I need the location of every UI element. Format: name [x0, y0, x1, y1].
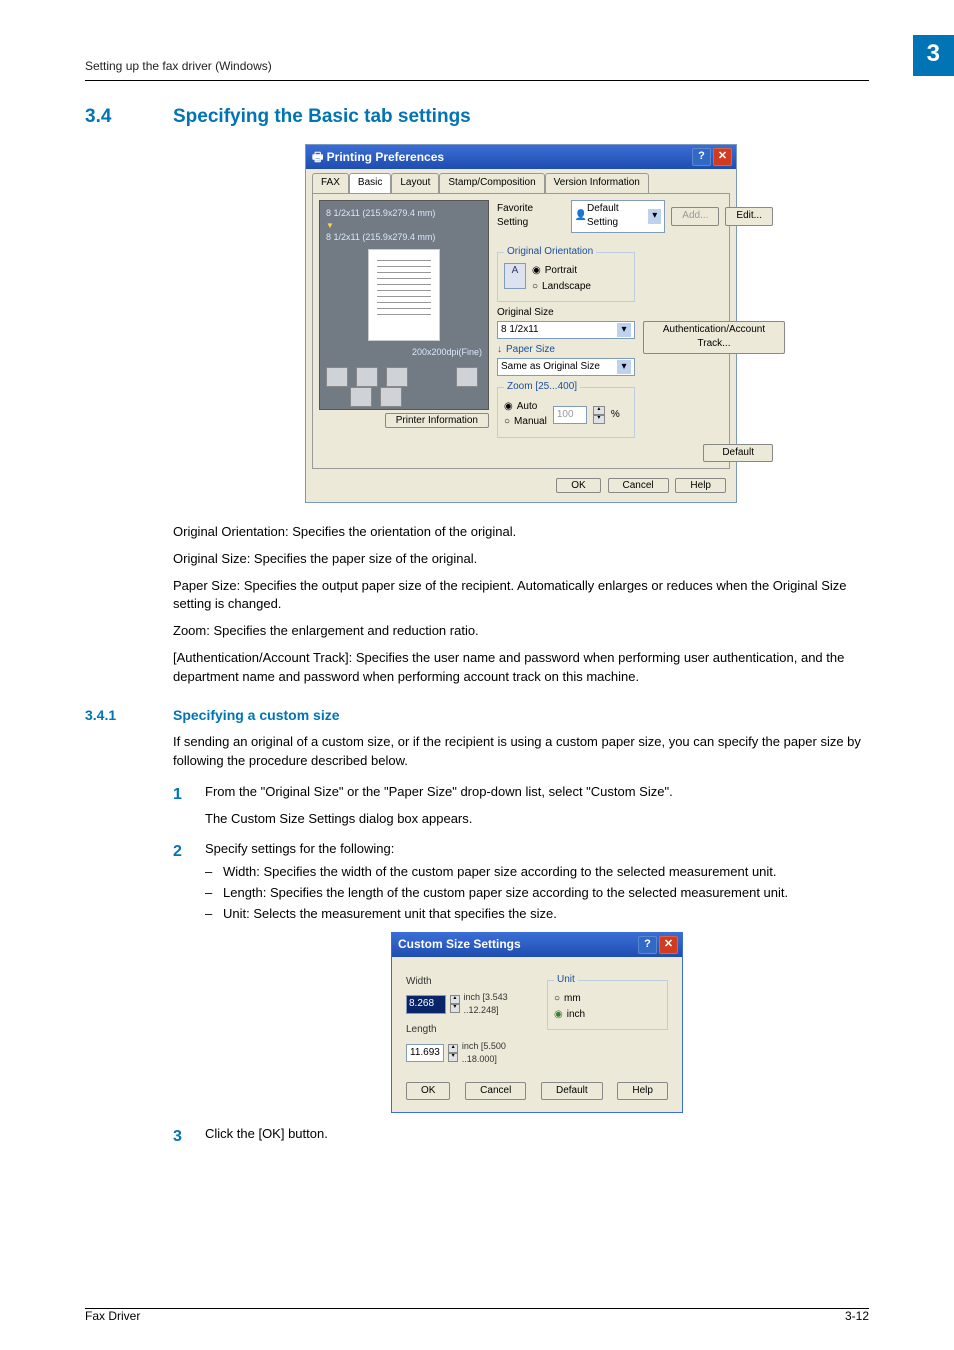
body-text: [Authentication/Account Track]: Specifie…: [173, 649, 869, 687]
preview-size-2: 8 1/2x11 (215.9x279.4 mm): [326, 231, 482, 244]
bullet-text: Unit: Selects the measurement unit that …: [205, 905, 869, 924]
subsection-title: Specifying a custom size: [173, 705, 340, 725]
footer-left: Fax Driver: [85, 1308, 140, 1325]
zoom-group: Zoom [25...400] ◉Auto ○Manual 100 ▴▾ %: [497, 380, 635, 438]
bullet-text: Length: Specifies the length of the cust…: [205, 884, 869, 903]
page-preview-icon: [368, 249, 440, 341]
tab-fax[interactable]: FAX: [312, 173, 349, 193]
tab-basic[interactable]: Basic: [349, 173, 391, 193]
printer-icon[interactable]: [350, 387, 372, 407]
add-button: Add...: [671, 207, 719, 226]
portrait-radio[interactable]: ◉: [532, 264, 541, 279]
default-button[interactable]: Default: [703, 444, 773, 463]
orientation-group: Original Orientation A ◉Portrait ○Landsc…: [497, 245, 635, 303]
body-text: Zoom: Specifies the enlargement and redu…: [173, 622, 869, 641]
default-button[interactable]: Default: [541, 1082, 603, 1101]
step-text: Specify settings for the following:: [205, 840, 869, 859]
unit-group: Unit ○mm ◉inch: [547, 973, 668, 1031]
step-number: 3: [173, 1125, 182, 1148]
step-number: 1: [173, 783, 182, 806]
printing-preferences-dialog: 🖶 Printing Preferences ? ✕ FAX Basic Lay…: [305, 144, 737, 503]
preview-panel: 8 1/2x11 (215.9x279.4 mm) ▼ 8 1/2x11 (21…: [319, 200, 489, 410]
close-icon[interactable]: ✕: [713, 148, 732, 166]
dialog-title: Custom Size Settings: [398, 936, 521, 953]
original-size-label: Original Size: [497, 306, 635, 321]
width-range: inch [3.543 ..12.248]: [464, 991, 527, 1017]
footer-right: 3-12: [845, 1308, 869, 1325]
dpi-label: 200x200dpi(Fine): [412, 346, 482, 359]
zoom-value-input[interactable]: 100: [553, 406, 587, 425]
ok-button[interactable]: OK: [406, 1082, 450, 1101]
favorite-select[interactable]: 👤 Default Setting▾: [571, 200, 666, 233]
dialog-title: 🖶 Printing Preferences: [312, 149, 444, 166]
length-range: inch [5.500 ..18.000]: [462, 1040, 527, 1066]
tab-layout[interactable]: Layout: [391, 173, 439, 193]
tab-version[interactable]: Version Information: [545, 173, 649, 193]
view-icon-3[interactable]: [386, 367, 408, 387]
custom-size-dialog: Custom Size Settings ? ✕ Width 8.268 ▴▾: [391, 932, 683, 1114]
subsection-number: 3.4.1: [85, 705, 145, 725]
help-icon[interactable]: ?: [638, 936, 657, 954]
help-button[interactable]: Help: [617, 1082, 668, 1101]
help-icon[interactable]: ?: [692, 148, 711, 166]
body-text: If sending an original of a custom size,…: [173, 733, 869, 771]
zoom-auto-radio[interactable]: ◉: [504, 400, 513, 415]
original-size-select[interactable]: 8 1/2x11▾: [497, 321, 635, 340]
width-spinner[interactable]: ▴▾: [450, 995, 459, 1013]
body-text: Paper Size: Specifies the output paper s…: [173, 577, 869, 615]
step-number: 2: [173, 840, 182, 863]
step-text: Click the [OK] button.: [205, 1125, 869, 1144]
view-icon-1[interactable]: [326, 367, 348, 387]
unit-legend: Unit: [554, 973, 578, 988]
step-text: The Custom Size Settings dialog box appe…: [205, 810, 869, 829]
width-label: Width: [406, 975, 527, 990]
width-input[interactable]: 8.268: [406, 995, 446, 1014]
close-icon[interactable]: ✕: [659, 936, 678, 954]
length-label: Length: [406, 1023, 527, 1038]
length-input[interactable]: 11.693: [406, 1044, 444, 1063]
body-text: Original Size: Specifies the paper size …: [173, 550, 869, 569]
unit-inch-radio[interactable]: ◉: [554, 1008, 563, 1023]
view-icon-2[interactable]: [356, 367, 378, 387]
help-button[interactable]: Help: [675, 478, 726, 493]
length-spinner[interactable]: ▴▾: [448, 1044, 458, 1062]
paper-size-label: Paper Size: [506, 343, 555, 358]
cancel-button[interactable]: Cancel: [608, 478, 669, 493]
body-text: Original Orientation: Specifies the orie…: [173, 523, 869, 542]
zoom-manual-radio[interactable]: ○: [504, 415, 510, 430]
ok-button[interactable]: OK: [556, 478, 600, 493]
orientation-legend: Original Orientation: [504, 245, 596, 260]
paper-size-select[interactable]: Same as Original Size▾: [497, 358, 635, 377]
chapter-number: 3: [913, 35, 954, 76]
zoom-legend: Zoom [25...400]: [504, 380, 580, 395]
paper-icon[interactable]: [380, 387, 402, 407]
printer-information-button[interactable]: Printer Information: [385, 413, 489, 428]
view-icon-4[interactable]: [456, 367, 478, 387]
landscape-radio[interactable]: ○: [532, 280, 538, 295]
tab-stamp[interactable]: Stamp/Composition: [439, 173, 544, 193]
favorite-label: Favorite Setting: [497, 202, 565, 231]
unit-mm-radio[interactable]: ○: [554, 992, 560, 1007]
breadcrumb: Setting up the fax driver (Windows): [85, 58, 272, 75]
edit-button[interactable]: Edit...: [725, 207, 773, 226]
zoom-spinner[interactable]: ▴▾: [593, 406, 605, 424]
step-text: From the "Original Size" or the "Paper S…: [205, 783, 869, 802]
preview-size-1: 8 1/2x11 (215.9x279.4 mm): [326, 207, 482, 220]
section-number: 3.4: [85, 103, 145, 131]
section-title: Specifying the Basic tab settings: [173, 103, 471, 131]
bullet-text: Width: Specifies the width of the custom…: [205, 863, 869, 882]
auth-button[interactable]: Authentication/Account Track...: [643, 321, 785, 354]
cancel-button[interactable]: Cancel: [465, 1082, 526, 1101]
